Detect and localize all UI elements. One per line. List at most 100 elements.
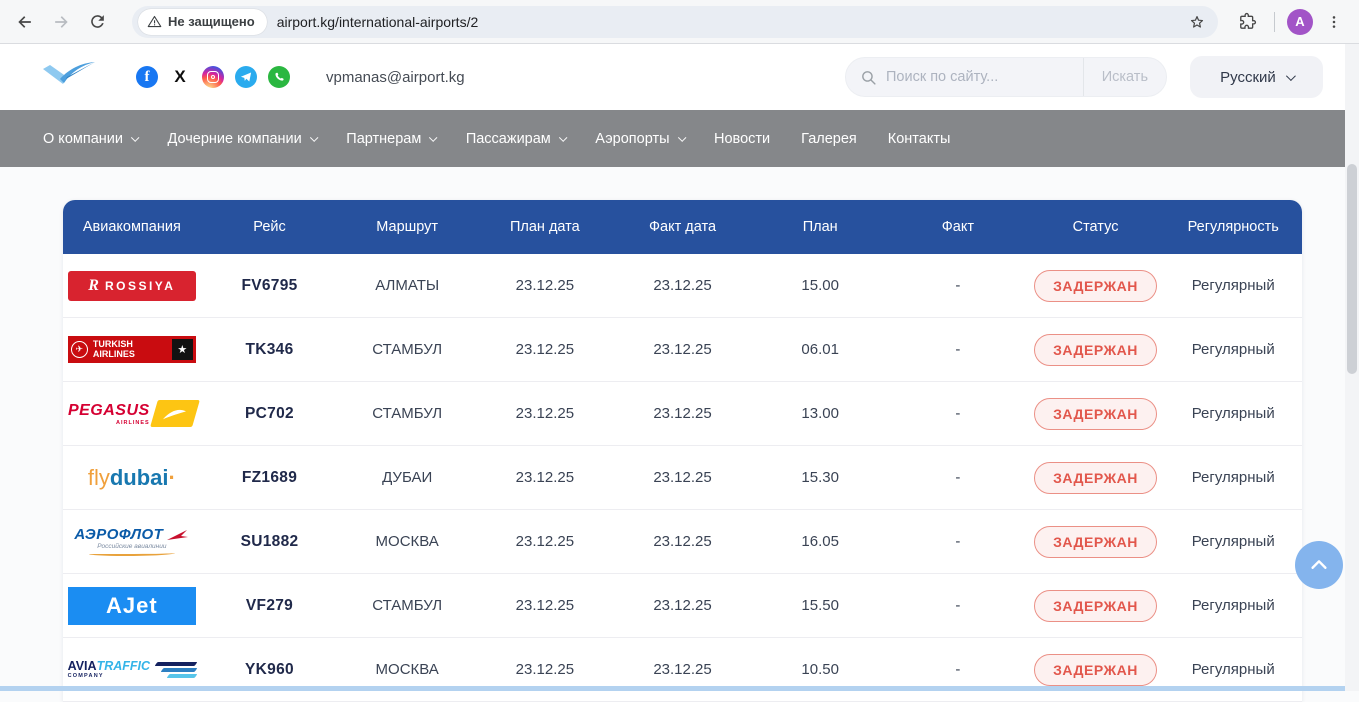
regularity: Регулярный [1164, 638, 1302, 701]
browser-forward-button[interactable] [46, 7, 76, 37]
site-search: Искать [845, 57, 1167, 97]
warning-triangle-icon [147, 14, 162, 29]
route: МОСКВА [338, 510, 476, 573]
extensions-button[interactable] [1232, 7, 1262, 37]
aviatraffic-wing-icon [156, 662, 196, 678]
security-chip[interactable]: Не защищено [138, 9, 267, 35]
browser-reload-button[interactable] [82, 7, 112, 37]
fact-time: - [889, 254, 1027, 317]
chevron-up-icon [1308, 554, 1330, 576]
wing-stripe [161, 668, 198, 672]
status-cell: ЗАДЕРЖАН [1027, 574, 1165, 637]
plan-time: 15.50 [751, 574, 889, 637]
table-row: AJetVF279СТАМБУЛ23.12.2523.12.2515.50-ЗА… [63, 574, 1302, 638]
search-submit-button[interactable]: Искать [1083, 58, 1166, 96]
search-input[interactable] [886, 69, 1083, 85]
wing-stripe [167, 674, 198, 678]
nav-item-passengers[interactable]: Пассажирам [466, 131, 564, 147]
fact-time: - [889, 510, 1027, 573]
airport-kg-logo[interactable] [40, 58, 98, 96]
bookmark-star-button[interactable] [1182, 7, 1212, 37]
contact-email-link[interactable]: vpmanas@airport.kg [326, 69, 465, 86]
pegasus-title: PEGASUS [68, 402, 150, 420]
status-badge: ЗАДЕРЖАН [1034, 590, 1157, 622]
facebook-icon[interactable]: f [136, 66, 158, 88]
flight-number: TK346 [201, 318, 339, 381]
route: СТАМБУЛ [338, 574, 476, 637]
fact-date: 23.12.25 [614, 318, 752, 381]
flights-table: АвиакомпанияРейсМаршрутПлан датаФакт дат… [63, 200, 1302, 702]
address-bar[interactable]: Не защищено airport.kg/international-air… [132, 6, 1218, 38]
airline-logo-cell: RROSSIYA [63, 254, 201, 317]
plan-date: 23.12.25 [476, 382, 614, 445]
nav-item-contacts[interactable]: Контакты [888, 131, 951, 147]
airline-logo-cell: PEGASUSAIRLINES [63, 382, 201, 445]
browser-menu-button[interactable] [1319, 7, 1349, 37]
rossiya-logo: RROSSIYA [68, 271, 196, 301]
chevron-down-icon [678, 133, 686, 141]
airline-logo-cell: AJet [63, 574, 201, 637]
plan-time: 15.30 [751, 446, 889, 509]
aviatraffic-logo: AVIATRAFFICCOMPANY [68, 660, 196, 680]
regularity: Регулярный [1164, 382, 1302, 445]
instagram-lens [211, 75, 216, 80]
regularity: Регулярный [1164, 318, 1302, 381]
status-badge: ЗАДЕРЖАН [1034, 270, 1157, 302]
page-content: АвиакомпанияРейсМаршрутПлан датаФакт дат… [0, 167, 1359, 691]
nav-item-news[interactable]: Новости [714, 131, 770, 147]
fact-time: - [889, 382, 1027, 445]
status-cell: ЗАДЕРЖАН [1027, 446, 1165, 509]
fact-time: - [889, 318, 1027, 381]
main-nav: О компании Дочерние компании Партнерам Пасс… [0, 110, 1359, 167]
toolbar-divider [1274, 12, 1275, 32]
route: СТАМБУЛ [338, 318, 476, 381]
nav-item-partners[interactable]: Партнерам [346, 131, 435, 147]
aviatraffic-title: AVIATRAFFIC [68, 660, 150, 673]
language-selector[interactable]: Русский [1190, 56, 1323, 98]
turkish-bird-emblem: ✈ [71, 341, 88, 358]
route: МОСКВА [338, 638, 476, 701]
bottom-accent-strip [0, 686, 1345, 691]
scroll-to-top-button[interactable] [1295, 541, 1343, 589]
browser-back-button[interactable] [10, 7, 40, 37]
regularity: Регулярный [1164, 254, 1302, 317]
column-header-1: Авиакомпания [63, 200, 201, 254]
column-header-5: Факт дата [614, 200, 752, 254]
forward-arrow-icon [51, 12, 71, 32]
chevron-down-icon [131, 133, 139, 141]
chevron-down-icon [310, 133, 318, 141]
star-icon [1188, 13, 1206, 31]
browser-profile-avatar[interactable]: A [1287, 9, 1313, 35]
pegasus-flag-emblem [150, 400, 200, 427]
turkish-line2: AIRLINES [93, 350, 135, 360]
nav-item-label: Новости [714, 131, 770, 147]
paper-plane-icon [240, 71, 252, 83]
nav-item-subsidiaries[interactable]: Дочерние компании [167, 131, 315, 147]
search-icon [860, 69, 877, 86]
nav-item-gallery[interactable]: Галерея [801, 131, 857, 147]
aviatraffic-avia: AVIA [68, 659, 97, 673]
page-scrollbar[interactable] [1345, 44, 1359, 691]
table-header-row: АвиакомпанияРейсМаршрутПлан датаФакт дат… [63, 200, 1302, 254]
column-header-8: Статус [1027, 200, 1165, 254]
aviatraffic-subtitle: COMPANY [68, 674, 104, 680]
fact-date: 23.12.25 [614, 382, 752, 445]
nav-item-airports[interactable]: Аэропорты [595, 131, 683, 147]
route: СТАМБУЛ [338, 382, 476, 445]
column-header-9: Регулярность [1164, 200, 1302, 254]
nav-item-label: Пассажирам [466, 131, 551, 147]
scrollbar-thumb[interactable] [1347, 164, 1357, 374]
flydubai-dot: · [169, 465, 176, 491]
whatsapp-icon[interactable] [268, 66, 290, 88]
telegram-icon[interactable] [235, 66, 257, 88]
status-badge: ЗАДЕРЖАН [1034, 654, 1157, 686]
aeroflot-swoosh [89, 551, 175, 556]
x-icon[interactable]: X [169, 66, 191, 88]
nav-item-about[interactable]: О компании [43, 131, 136, 147]
flydubai-fly: fly [88, 465, 110, 491]
plan-time: 13.00 [751, 382, 889, 445]
instagram-icon[interactable] [202, 66, 224, 88]
flight-number: VF279 [201, 574, 339, 637]
status-cell: ЗАДЕРЖАН [1027, 318, 1165, 381]
language-selector-value: Русский [1220, 69, 1276, 86]
